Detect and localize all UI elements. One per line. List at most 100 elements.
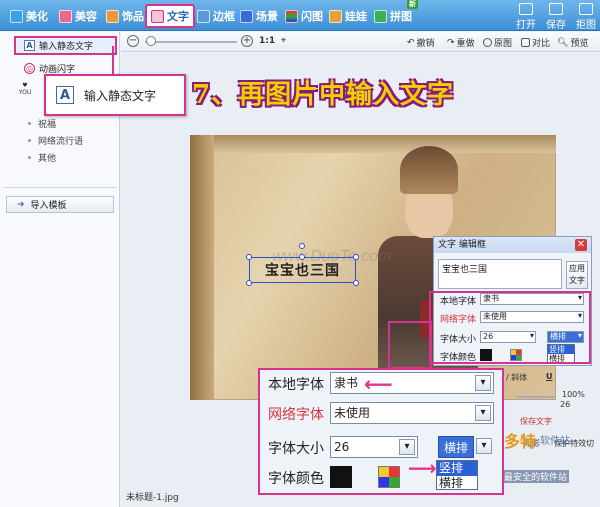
reject-button[interactable]: 拒图 xyxy=(576,3,596,31)
zoom-out-icon[interactable]: − xyxy=(127,35,139,47)
doll-icon xyxy=(329,9,342,23)
flash-icon xyxy=(285,9,298,23)
collage-icon xyxy=(374,9,387,23)
bullet xyxy=(28,139,31,142)
preview-icon: 🔍︎ xyxy=(557,37,569,48)
undo-icon: ↶ xyxy=(407,37,415,48)
zoom-local-font-select[interactable]: 隶书 ▾ xyxy=(330,372,494,394)
text-a-icon: A xyxy=(56,86,74,104)
canvas-text-box[interactable]: 宝宝也三国 xyxy=(249,257,356,283)
fit-icon[interactable]: ⌖ xyxy=(281,36,286,46)
text-icon xyxy=(151,9,164,23)
preview-button[interactable]: 🔍︎ 预览 xyxy=(557,36,588,50)
resize-handle[interactable] xyxy=(299,254,305,260)
tab-flash[interactable]: 闪图 xyxy=(281,4,327,28)
highlight-frame xyxy=(388,321,432,369)
rotate-handle[interactable] xyxy=(299,243,305,249)
opacity-slider[interactable] xyxy=(516,396,556,398)
accessory-icon xyxy=(106,9,119,23)
zoom-in-icon[interactable]: + xyxy=(241,35,253,47)
sub-item-other[interactable]: 其他 xyxy=(38,151,56,164)
num-value: 26 xyxy=(560,400,571,409)
save-icon xyxy=(549,3,563,15)
resize-handle[interactable] xyxy=(353,254,359,260)
right-toolbar: 打开 保存 拒图 xyxy=(516,3,596,31)
flash-text-icon: ◎ xyxy=(24,63,35,74)
tab-scene[interactable]: 场景 xyxy=(236,4,282,28)
underline-icon[interactable]: U xyxy=(546,372,553,381)
tab-beauty[interactable]: 美容 xyxy=(55,4,101,28)
resize-handle[interactable] xyxy=(246,280,252,286)
chevron-down-icon[interactable]: ▾ xyxy=(476,438,492,454)
tab-text[interactable]: 文字 xyxy=(145,4,195,28)
open-button[interactable]: 打开 xyxy=(516,3,536,31)
canvas-toolbar: − + 1:1 ⌖ ↶ 撤销 ↷ 重做 原图 对比 🔍︎ 预览 xyxy=(121,32,600,52)
save-text-label[interactable]: 保存文字 xyxy=(520,416,552,427)
import-icon: ➜ xyxy=(17,199,25,210)
zoom-local-font-label: 本地字体 xyxy=(268,377,324,393)
save-button[interactable]: 保存 xyxy=(546,3,566,31)
zoom-option-horizontal[interactable]: 横排 xyxy=(437,476,477,491)
child-helmet xyxy=(400,146,458,194)
resize-handle[interactable] xyxy=(353,280,359,286)
text-a-icon: A xyxy=(24,40,35,51)
zoom-option-vertical[interactable]: 竖排 xyxy=(437,461,477,476)
apply-text-button[interactable]: 应用文字 xyxy=(566,261,588,289)
redo-button[interactable]: ↷ 重做 xyxy=(447,36,475,50)
zoom-ratio[interactable]: 1:1 xyxy=(259,36,275,46)
chevron-down-icon[interactable]: ▾ xyxy=(475,405,491,421)
beautify-icon xyxy=(10,9,23,23)
zoom-font-size-label: 字体大小 xyxy=(268,441,324,457)
tab-accessory[interactable]: 饰品 xyxy=(102,4,148,28)
beauty-icon xyxy=(59,9,72,23)
zoom-palette-icon[interactable] xyxy=(378,466,400,488)
divider xyxy=(4,187,116,188)
tab-frame[interactable]: 边框 xyxy=(193,4,239,28)
zoom-orientation-select[interactable]: 横排 xyxy=(438,436,474,458)
zoom-slider-handle[interactable] xyxy=(146,36,156,46)
callout-static-text: A 输入静态文字 xyxy=(44,74,186,116)
zoom-font-color-label: 字体颜色 xyxy=(268,471,324,487)
chevron-down-icon[interactable]: ▾ xyxy=(399,439,415,455)
love-you-icon: ♥ YOU xyxy=(18,82,32,96)
dialog-title: 文字 编辑框 xyxy=(434,237,591,253)
top-tabbar: 美化 美容 饰品 文字 边框 场景 闪图 娃娃 拼图新 打开 保存 拒图 xyxy=(0,0,600,31)
sub-item-popular[interactable]: 网络流行语 xyxy=(38,134,83,147)
zoom-net-font-label: 网络字体 xyxy=(268,407,324,423)
scroll-edge xyxy=(190,135,556,153)
compare-button[interactable]: 对比 xyxy=(521,36,550,49)
zoom-slider[interactable] xyxy=(145,41,237,43)
bullet xyxy=(28,156,31,159)
arrow-right-icon: ⟶ xyxy=(408,456,437,480)
chevron-down-icon[interactable]: ▾ xyxy=(475,375,491,391)
highlight-frame xyxy=(429,291,591,364)
original-icon xyxy=(483,38,492,47)
tab-beautify[interactable]: 美化 xyxy=(6,4,52,28)
frame-icon xyxy=(197,9,210,23)
text-input[interactable]: 宝宝也三国 xyxy=(438,259,562,289)
scene-icon xyxy=(240,9,253,23)
zoom-net-font-select[interactable]: 未使用 ▾ xyxy=(330,402,494,424)
italic-label: / 斜体 xyxy=(506,373,528,382)
folder-icon xyxy=(519,3,533,15)
original-button[interactable]: 原图 xyxy=(483,36,512,49)
arrow-left-icon: ⟵ xyxy=(364,372,393,396)
zoom-color-swatch[interactable] xyxy=(330,466,352,488)
resize-handle[interactable] xyxy=(246,254,252,260)
percent-value: 100% xyxy=(562,390,585,399)
zoom-font-size-select[interactable]: 26 ▾ xyxy=(330,436,418,458)
item-static-text[interactable]: A 输入静态文字 xyxy=(24,39,93,52)
import-template-button[interactable]: ➜ 导入模板 xyxy=(6,196,114,213)
callout-connector xyxy=(112,46,114,74)
tab-doll[interactable]: 娃娃 xyxy=(325,4,371,28)
image-icon xyxy=(579,3,593,15)
file-name: 未标题-1.jpg xyxy=(126,493,179,503)
close-icon[interactable]: ✕ xyxy=(575,239,587,251)
sub-item-wish[interactable]: 祝福 xyxy=(38,117,56,130)
scroll-roll xyxy=(190,135,214,400)
tab-collage[interactable]: 拼图新 xyxy=(370,0,418,28)
zoom-orientation-list: 竖排 横排 xyxy=(436,460,478,490)
undo-button[interactable]: ↶ 撤销 xyxy=(407,36,435,50)
redo-icon: ↷ xyxy=(447,37,455,48)
step-annotation: 7、再图片中输入文字 xyxy=(192,80,455,110)
